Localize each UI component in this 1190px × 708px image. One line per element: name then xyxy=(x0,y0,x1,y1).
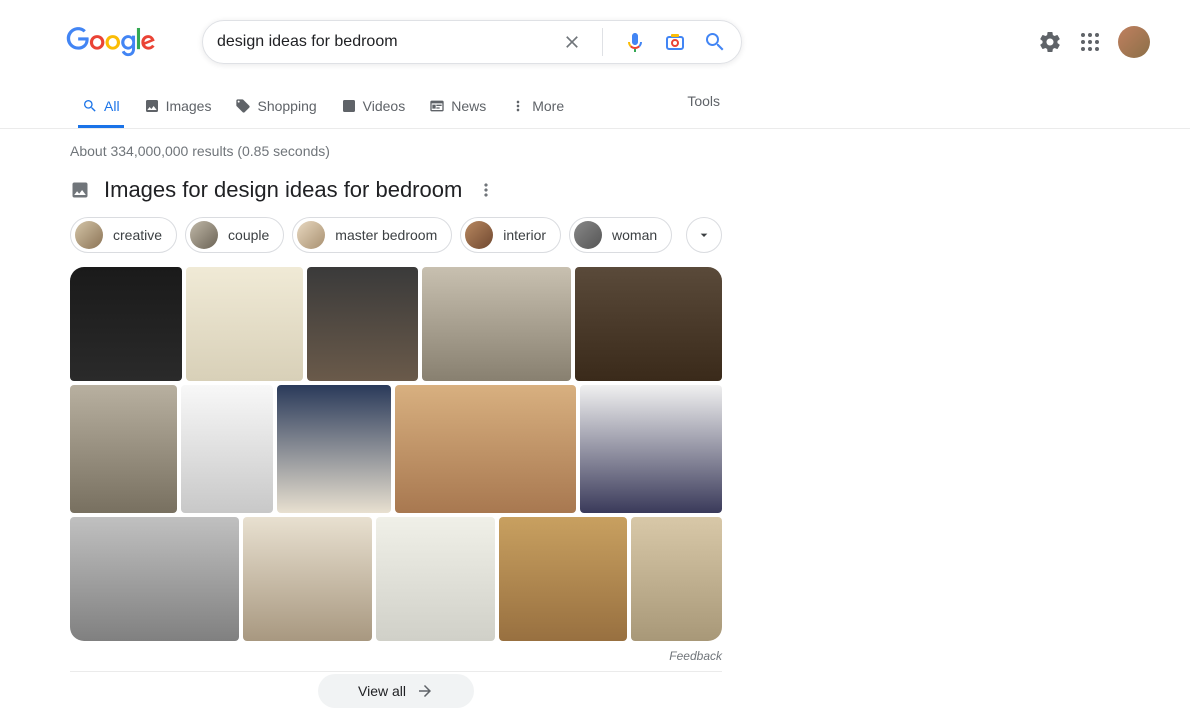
arrow-right-icon xyxy=(416,682,434,700)
chip-thumb xyxy=(297,221,325,249)
filter-chip-interior[interactable]: interior xyxy=(460,217,561,253)
voice-search-icon[interactable] xyxy=(623,30,647,54)
image-result[interactable] xyxy=(70,517,239,641)
chip-thumb xyxy=(190,221,218,249)
image-result[interactable] xyxy=(277,385,391,513)
image-result[interactable] xyxy=(422,267,571,381)
divider xyxy=(602,28,603,56)
image-result[interactable] xyxy=(575,267,722,381)
feedback-link[interactable]: Feedback xyxy=(70,649,722,663)
images-section-title: Images for design ideas for bedroom xyxy=(104,177,462,203)
image-result[interactable] xyxy=(181,385,273,513)
image-result[interactable] xyxy=(499,517,626,641)
chip-thumb xyxy=(574,221,602,249)
image-result[interactable] xyxy=(186,267,302,381)
clear-icon[interactable] xyxy=(562,32,582,52)
chip-label: creative xyxy=(113,227,162,243)
image-result[interactable] xyxy=(70,385,177,513)
apps-icon[interactable] xyxy=(1078,30,1102,54)
chip-thumb xyxy=(465,221,493,249)
google-logo[interactable] xyxy=(65,27,157,57)
image-result[interactable] xyxy=(70,267,182,381)
avatar[interactable] xyxy=(1118,26,1150,58)
chip-label: interior xyxy=(503,227,546,243)
chip-label: master bedroom xyxy=(335,227,437,243)
tab-all[interactable]: All xyxy=(70,88,132,128)
tab-videos[interactable]: Videos xyxy=(329,88,418,128)
tab-news[interactable]: News xyxy=(417,88,498,128)
tab-label: Videos xyxy=(363,98,406,114)
more-options-icon[interactable] xyxy=(476,180,496,200)
image-result[interactable] xyxy=(580,385,722,513)
image-result[interactable] xyxy=(307,267,418,381)
chip-label: couple xyxy=(228,227,269,243)
tab-shopping[interactable]: Shopping xyxy=(223,88,328,128)
search-input[interactable] xyxy=(217,33,562,51)
image-result[interactable] xyxy=(243,517,372,641)
tab-more[interactable]: More xyxy=(498,88,576,128)
filter-chip-couple[interactable]: couple xyxy=(185,217,284,253)
filter-chip-woman[interactable]: woman xyxy=(569,217,672,253)
image-result[interactable] xyxy=(395,385,576,513)
filter-chip-creative[interactable]: creative xyxy=(70,217,177,253)
search-box xyxy=(202,20,742,64)
image-result[interactable] xyxy=(631,517,722,641)
results-stats: About 334,000,000 results (0.85 seconds) xyxy=(0,129,1190,159)
search-icon[interactable] xyxy=(703,30,727,54)
tab-label: Shopping xyxy=(257,98,316,114)
chip-label: woman xyxy=(612,227,657,243)
chip-thumb xyxy=(75,221,103,249)
settings-icon[interactable] xyxy=(1038,30,1062,54)
tab-label: Images xyxy=(166,98,212,114)
view-all-label: View all xyxy=(358,683,406,699)
tab-label: News xyxy=(451,98,486,114)
expand-chips-button[interactable] xyxy=(686,217,722,253)
tab-label: More xyxy=(532,98,564,114)
image-icon xyxy=(70,180,90,200)
tab-label: All xyxy=(104,98,120,114)
chevron-down-icon xyxy=(696,227,712,243)
tools-button[interactable]: Tools xyxy=(687,93,720,123)
filter-chip-master-bedroom[interactable]: master bedroom xyxy=(292,217,452,253)
view-all-button[interactable]: View all xyxy=(318,674,474,708)
tab-images[interactable]: Images xyxy=(132,88,224,128)
image-search-icon[interactable] xyxy=(663,30,687,54)
image-result[interactable] xyxy=(376,517,495,641)
